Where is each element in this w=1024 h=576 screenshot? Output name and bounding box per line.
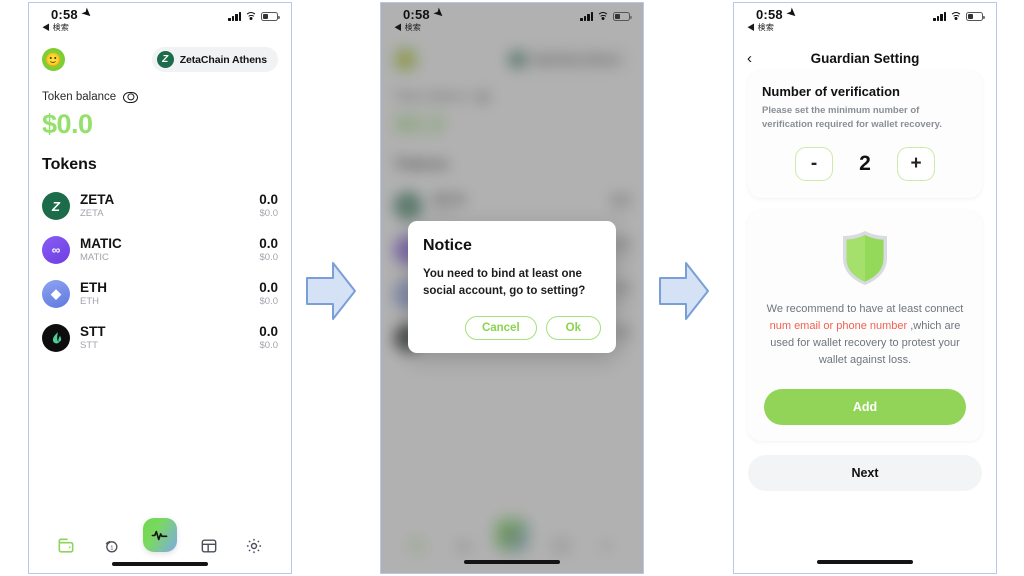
dialog-message: You need to bind at least one social acc… (423, 268, 586, 297)
zetachain-logo-icon: Z (156, 51, 174, 68)
avatar[interactable]: 🙂 (42, 48, 65, 71)
right-arrow-icon (659, 262, 709, 320)
recommendation-text-part1: We recommend to have at least connect (766, 302, 964, 315)
sidebar-item-coins[interactable]: 1 (98, 533, 124, 559)
token-amount: 0.0 (259, 192, 278, 208)
verification-title: Number of verification (762, 84, 900, 99)
token-symbol: MATIC (80, 236, 122, 252)
status-bar-time: 0:58 (51, 7, 78, 22)
location-arrow-icon: ➤ (784, 5, 800, 21)
recommendation-card: We recommend to have at least connect nu… (748, 210, 982, 441)
matic-token-icon: ∞ (42, 236, 70, 264)
ok-button[interactable]: Ok (545, 316, 601, 341)
phone-screen-guardian: 0:58 ➤ ◀ 検索 ‹ Guardian Setting Number of… (733, 2, 997, 574)
balance-amount: $0.0 (42, 109, 93, 139)
quantity-stepper: - 2 + (762, 146, 968, 185)
phone-screen-wallet: 0:58 ➤ ◀ 検索 🙂 Z ZetaChain Athens Token b… (28, 2, 292, 574)
token-fiat: $0.0 (259, 207, 279, 219)
phone-screen-notice: 🙂 Z ZetaChain Athens Token balance $0.0 … (380, 2, 644, 574)
token-balance-label: Token balance (42, 91, 117, 103)
chevron-left-icon[interactable]: ‹ (747, 51, 752, 66)
wifi-icon (597, 12, 609, 21)
recommendation-text: We recommend to have at least connect nu… (764, 301, 966, 369)
status-bar-time: 0:58 (756, 7, 783, 22)
tokens-heading: Tokens (42, 156, 97, 173)
status-bar-back-link[interactable]: ◀ 検索 (747, 24, 795, 32)
verification-count: 2 (859, 151, 871, 175)
wifi-icon (245, 12, 257, 21)
right-arrow-icon (306, 262, 356, 320)
recommendation-highlight: num email or phone number (769, 319, 908, 332)
eye-icon[interactable] (123, 91, 139, 103)
status-bar: 0:58 ➤ ◀ 検索 (734, 3, 996, 39)
token-symbol: ZETA (80, 192, 115, 208)
token-amount: 0.0 (259, 280, 278, 296)
token-name: ETH (80, 295, 99, 307)
status-bar: 0:58 ➤ ◀ 検索 (29, 3, 291, 39)
cellular-bars-icon (580, 12, 593, 21)
verification-card: Number of verification Please set the mi… (748, 71, 982, 198)
token-symbol: ETH (80, 280, 107, 296)
svg-text:1: 1 (110, 545, 113, 551)
sidebar-item-apps[interactable] (196, 533, 222, 559)
sidebar-item-activity[interactable] (142, 518, 177, 552)
token-balance-row: Token balance (42, 91, 278, 103)
token-name: ZETA (80, 207, 104, 219)
page-title: Guardian Setting (810, 50, 920, 66)
table-row[interactable]: ◆ ETH ETH 0.0 $0.0 (42, 272, 278, 316)
battery-low-icon (613, 12, 632, 21)
token-symbol: STT (80, 324, 106, 340)
eth-token-icon: ◆ (42, 280, 70, 308)
token-fiat: $0.0 (259, 251, 279, 263)
stt-token-icon (42, 324, 70, 352)
table-row[interactable]: ∞ MATIC MATIC 0.0 $0.0 (42, 228, 278, 272)
network-chip-label: ZetaChain Athens (179, 53, 267, 66)
next-button[interactable]: Next (748, 454, 982, 491)
add-button[interactable]: Add (764, 388, 966, 425)
wallet-screen: 🙂 Z ZetaChain Athens Token balance $0.0 … (29, 39, 291, 573)
shield-icon (843, 230, 887, 285)
guardian-setting-screen: ‹ Guardian Setting Number of verificatio… (734, 39, 996, 573)
status-bar-back-link[interactable]: ◀ 検索 (394, 24, 442, 32)
wifi-icon (950, 12, 962, 21)
home-indicator (112, 561, 208, 566)
cellular-bars-icon (933, 12, 946, 21)
home-indicator (464, 559, 560, 564)
sidebar-item-settings[interactable] (241, 533, 267, 559)
status-bar-time: 0:58 (403, 7, 430, 22)
table-row[interactable]: Z ZETA ZETA 0.0 $0.0 (42, 184, 278, 228)
location-arrow-icon: ➤ (79, 5, 95, 21)
table-row[interactable]: STT STT 0.0 $0.0 (42, 316, 278, 360)
token-fiat: $0.0 (259, 295, 279, 307)
token-amount: 0.0 (259, 236, 278, 252)
token-list: Z ZETA ZETA 0.0 $0.0 ∞ MATIC MATIC 0.0 $… (42, 184, 278, 360)
home-indicator (817, 559, 913, 564)
token-fiat: $0.0 (259, 339, 279, 351)
dialog-title: Notice (423, 237, 472, 254)
bottom-tab-bar: 1 (29, 517, 291, 573)
status-bar: 0:58 ➤ ◀ 検索 (381, 3, 643, 39)
cellular-bars-icon (228, 12, 241, 21)
zeta-token-icon: Z (42, 192, 70, 220)
account-row: 🙂 Z ZetaChain Athens (42, 47, 278, 72)
sidebar-item-wallet[interactable] (53, 533, 79, 559)
nav-bar: ‹ Guardian Setting (734, 39, 996, 71)
token-amount: 0.0 (259, 324, 278, 340)
token-name: STT (80, 339, 98, 351)
notice-dialog: Notice You need to bind at least one soc… (408, 221, 616, 354)
battery-low-icon (966, 12, 985, 21)
dialog-actions: Cancel Ok (423, 316, 601, 341)
network-chip[interactable]: Z ZetaChain Athens (151, 47, 278, 72)
flow-diagram: 0:58 ➤ ◀ 検索 🙂 Z ZetaChain Athens Token b… (0, 0, 1024, 576)
verification-subtitle: Please set the minimum number of verific… (762, 105, 942, 130)
decrement-button[interactable]: - (795, 146, 833, 181)
status-bar-back-link[interactable]: ◀ 検索 (42, 24, 90, 32)
increment-button[interactable]: + (897, 146, 935, 181)
battery-low-icon (261, 12, 280, 21)
location-arrow-icon: ➤ (431, 5, 447, 21)
cancel-button[interactable]: Cancel (464, 316, 537, 341)
token-name: MATIC (80, 251, 109, 263)
status-bar-time-group: 0:58 ➤ (42, 5, 95, 22)
